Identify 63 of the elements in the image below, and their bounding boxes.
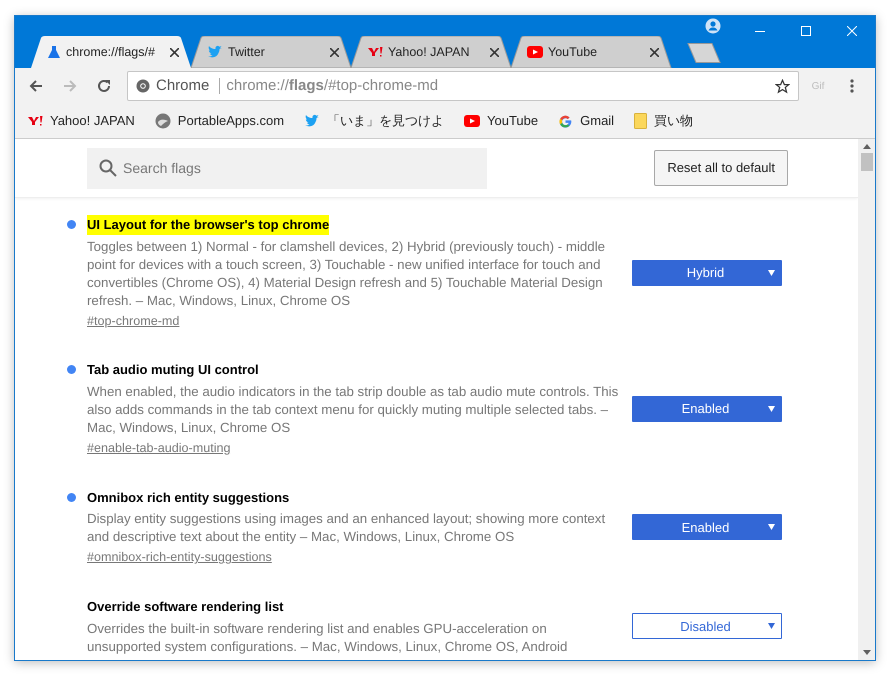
- forward-arrow-icon: [62, 78, 78, 94]
- scrollbar[interactable]: [858, 139, 875, 660]
- flag-dropdown[interactable]: Disabled: [632, 613, 782, 640]
- bird-icon: [304, 114, 320, 128]
- play-logo-icon: [527, 46, 543, 58]
- reload-icon: [96, 78, 112, 94]
- back-arrow-icon: [28, 78, 44, 94]
- flag-title: UI Layout for the browser's top chrome: [87, 215, 330, 234]
- browser-tab[interactable]: YouTube: [509, 36, 673, 68]
- flag-title: Tab audio muting UI control: [87, 361, 259, 380]
- bookmark-link[interactable]: 「いま」を見つけよ: [304, 111, 444, 131]
- minimize-icon: [755, 30, 765, 32]
- close-tab-icon[interactable]: [490, 48, 499, 56]
- site-chip: Chrome: [156, 78, 220, 94]
- yahoo-logo-icon: [367, 46, 383, 58]
- bookmark-link[interactable]: PortableApps.com: [154, 111, 284, 131]
- flag-title: Omnibox rich entity suggestions: [87, 488, 290, 507]
- flag-link[interactable]: #enable-tab-audio-muting: [87, 438, 231, 458]
- url-text: chrome://flags/#top-chrome-md: [226, 76, 440, 96]
- menu-icon: [850, 79, 854, 93]
- flag-dropdown[interactable]: Enabled: [632, 396, 782, 422]
- flask-icon: [47, 45, 61, 59]
- bookmark-star-icon[interactable]: [775, 78, 790, 94]
- bookmark-link[interactable]: 買い物: [634, 111, 694, 131]
- scroll-thumb[interactable]: [860, 153, 872, 171]
- browser-tab[interactable]: Yahoo! JAPAN: [349, 36, 513, 68]
- close-icon: [847, 26, 857, 36]
- flag-title: Override software rendering list: [87, 598, 284, 616]
- flag-link[interactable]: #omnibox-rich-entity-suggestions: [87, 548, 272, 568]
- maximize-icon: [801, 26, 811, 36]
- bird-icon: [207, 45, 223, 59]
- close-tab-icon[interactable]: [650, 48, 659, 56]
- folder-icon: [634, 113, 648, 129]
- bookmark-link[interactable]: Gmail: [558, 111, 614, 131]
- close-tab-icon[interactable]: [330, 48, 339, 56]
- caret-icon: [768, 406, 775, 412]
- flag-dropdown[interactable]: Hybrid: [632, 260, 782, 286]
- caret-icon: [768, 524, 775, 530]
- caret-icon: [768, 270, 775, 276]
- browser-tab[interactable]: chrome://flags/#: [29, 36, 193, 68]
- flag-description: Overrides the built-in software rendering list and enables GPU-acceleration on unsupported system configurations. – Mac, Windows, Linux, Chrome OS, Android: [87, 620, 568, 656]
- yahoo-logo-icon: [27, 115, 43, 127]
- scroll-up-icon[interactable]: [862, 144, 870, 149]
- globe-icon: [154, 113, 171, 129]
- bookmark-link[interactable]: Yahoo! JAPAN: [27, 111, 135, 131]
- scroll-down-icon[interactable]: [862, 650, 870, 655]
- flag-description: When enabled, the audio indicators in the tab strip double as tab audio mute controls. This also adds commands in the tab context menu for quickly muting multiple selected tabs. – Mac, Windows, Linux, Chrome OS: [87, 382, 620, 437]
- search-field[interactable]: Search flags: [87, 148, 487, 188]
- bookmark-link[interactable]: YouTube: [464, 111, 538, 131]
- flag-description: Display entity suggestions using images and an enhanced layout; showing more context and descriptive text about the entity – Mac, Windows, Linux, Chrome OS: [87, 510, 606, 546]
- play-logo-icon: [464, 115, 480, 127]
- address-bar[interactable]: Chrome chrome://flags/#top-chrome-md: [127, 71, 799, 101]
- caret-icon: [768, 623, 775, 630]
- reset-button[interactable]: Reset all to default: [654, 150, 788, 186]
- close-tab-icon[interactable]: [170, 48, 179, 56]
- new-tab-button[interactable]: [687, 43, 721, 63]
- flag-dropdown[interactable]: Enabled: [632, 514, 782, 540]
- google-logo-icon: [558, 114, 574, 128]
- chrome-logo-icon: [136, 79, 150, 93]
- profile-icon[interactable]: [705, 18, 721, 34]
- flag-description: Toggles between 1) Normal - for clamshell devices, 2) Hybrid (previously touch) - middle point for devices with a touch screen, 3) Touchable - new unified interface for touch and convertibles (Chrome OS), 4) Material Design refresh and 5) Touchable Material Design refresh. – Mac, Windows, Linux, Chrome OS: [87, 238, 606, 310]
- browser-tab[interactable]: Twitter: [189, 36, 353, 68]
- flag-link[interactable]: #top-chrome-md: [87, 312, 180, 330]
